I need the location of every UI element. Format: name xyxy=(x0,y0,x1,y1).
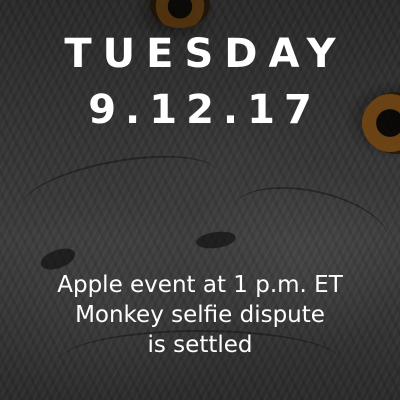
headline-line: Apple event at 1 p.m. ET xyxy=(57,272,343,298)
news-tile: TUESDAY 9.12.17 Apple event at 1 p.m. ET… xyxy=(0,0,400,400)
day-heading: TUESDAY xyxy=(64,31,347,77)
headline-list: Apple event at 1 p.m. ET Monkey selfie d… xyxy=(0,270,400,360)
headline-line: is settled xyxy=(147,332,253,358)
headline-line: Monkey selfie dispute xyxy=(75,302,325,328)
date-heading: 9.12.17 xyxy=(88,87,321,133)
